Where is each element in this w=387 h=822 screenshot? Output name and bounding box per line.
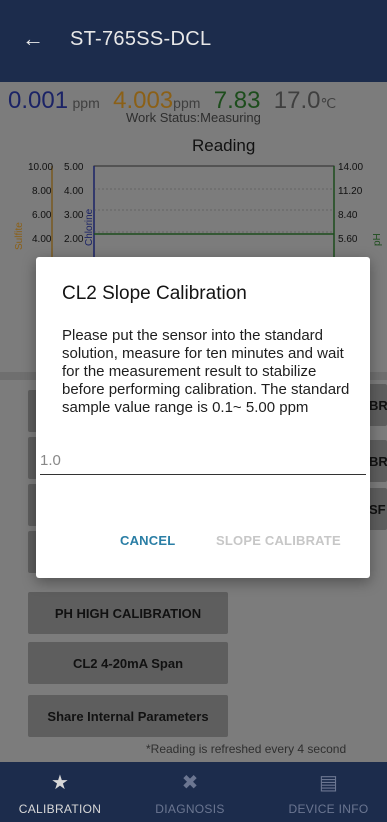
sulfite-tick: 8.00 — [32, 186, 52, 197]
ph-tick: 5.60 — [338, 234, 358, 245]
slope-calibrate-button[interactable]: SLOPE CALIBRATE — [216, 533, 341, 548]
work-status: Work Status:Measuring — [126, 110, 261, 125]
sulfite-tick: 10.00 — [28, 162, 53, 173]
right-button-3[interactable]: SF — [367, 488, 387, 530]
star-icon: ★ — [51, 772, 69, 794]
slope-calibration-dialog: CL2 Slope Calibration Please put the sen… — [36, 257, 370, 578]
chlorine-unit: ppm — [72, 95, 100, 111]
chlorine-tick: 4.00 — [64, 186, 84, 197]
temperature-value: 17.0 — [273, 87, 321, 114]
chlorine-value: 0.001 — [8, 87, 69, 114]
page-title: ST-765SS-DCL — [70, 28, 212, 50]
tab-calibration-label: CALIBRATION — [18, 802, 102, 816]
app-bar: ← ST-765SS-DCL — [0, 0, 387, 82]
chlorine-tick: 2.00 — [64, 234, 84, 245]
chlorine-axis-title: Chlorine — [84, 208, 95, 246]
bottom-nav: ★ CALIBRATION ✖ DIAGNOSIS ▤ DEVICE INFO — [0, 762, 387, 822]
share-parameters-button[interactable]: Share Internal Parameters — [28, 695, 228, 737]
reading-chart: 10.00 8.00 6.00 4.00 5.00 4.00 3.00 2.00… — [14, 162, 383, 262]
tab-device-info-label: DEVICE INFO — [288, 802, 369, 816]
sulfite-axis-title: Sulfite — [14, 222, 25, 250]
sulfite-tick: 6.00 — [32, 210, 52, 221]
tab-device-info[interactable]: ▤ DEVICE INFO — [270, 762, 387, 822]
standard-value-input[interactable] — [40, 447, 366, 475]
document-icon: ▤ — [319, 772, 338, 794]
tab-calibration[interactable]: ★ CALIBRATION — [0, 762, 120, 822]
ph-high-calibration-button[interactable]: PH HIGH CALIBRATION — [28, 592, 228, 634]
tools-icon: ✖ — [181, 772, 199, 794]
dialog-title: CL2 Slope Calibration — [62, 283, 247, 304]
right-button-1[interactable]: BR — [367, 384, 387, 426]
ph-tick: 11.20 — [338, 186, 363, 197]
chlorine-tick: 5.00 — [64, 162, 84, 173]
arrow-left-icon[interactable]: ← — [22, 26, 44, 52]
refresh-footnote: *Reading is refreshed every 4 second — [146, 742, 347, 756]
ph-tick: 8.40 — [338, 210, 358, 221]
dialog-message: Please put the sensor into the standard … — [62, 327, 350, 416]
tab-diagnosis[interactable]: ✖ DIAGNOSIS — [130, 762, 250, 822]
cancel-button[interactable]: CANCEL — [120, 533, 175, 548]
sulfite-unit: ppm — [173, 95, 201, 111]
chart-plot-frame — [93, 165, 335, 262]
cl2-span-button[interactable]: CL2 4-20mA Span — [28, 642, 228, 684]
tab-diagnosis-label: DIAGNOSIS — [155, 802, 225, 816]
temperature-unit: ℃ — [320, 95, 337, 111]
chlorine-tick: 3.00 — [64, 210, 84, 221]
ph-axis-title: pH — [372, 233, 383, 246]
ph-tick: 14.00 — [338, 162, 363, 173]
right-button-2[interactable]: BR — [367, 440, 387, 482]
sulfite-tick: 4.00 — [32, 234, 52, 245]
